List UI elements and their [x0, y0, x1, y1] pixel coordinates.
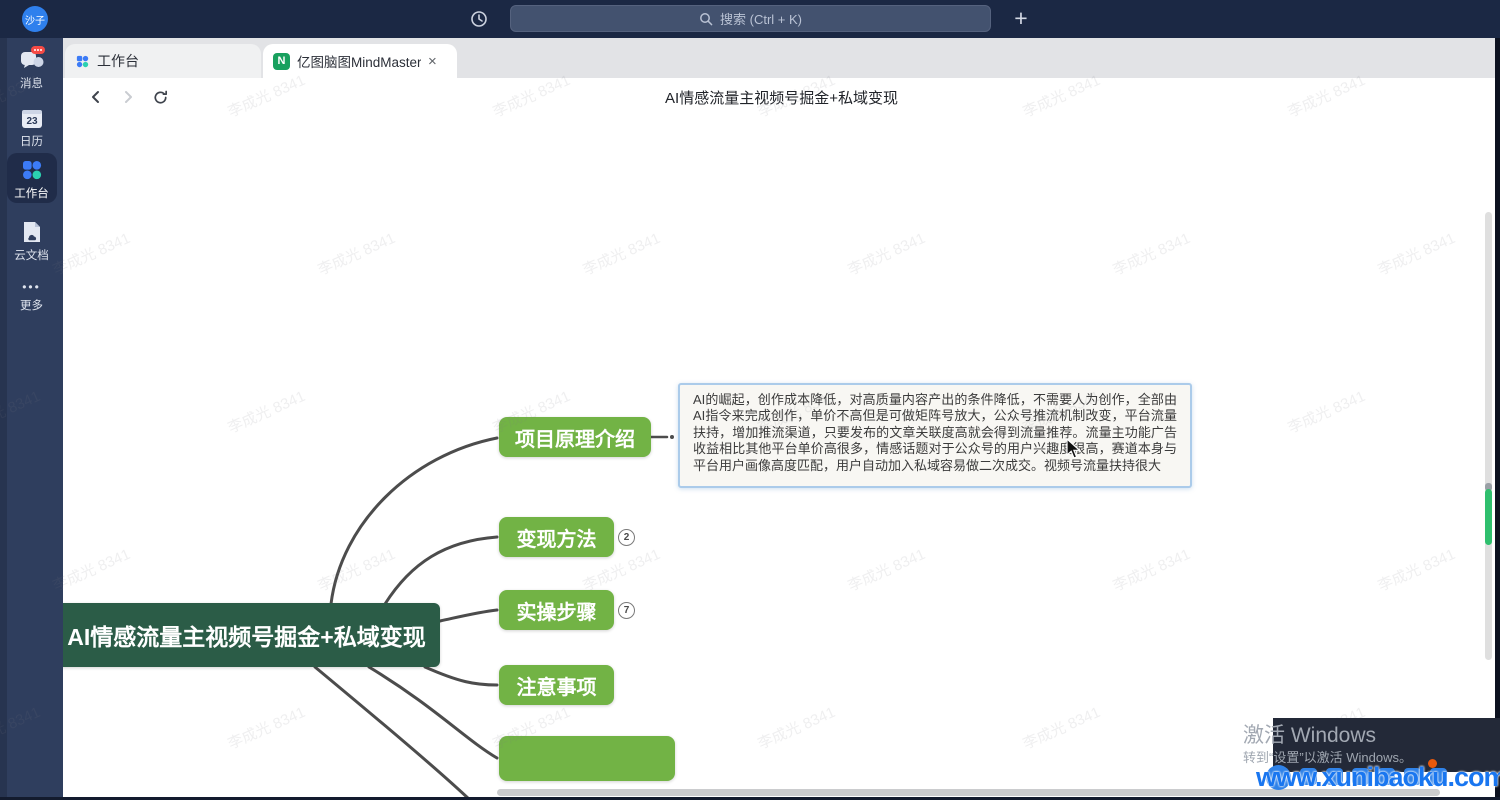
- site-watermark-text: www.xunibaoku.com: [1256, 762, 1500, 793]
- chat-icon: [18, 46, 46, 72]
- history-icon[interactable]: [468, 8, 490, 30]
- mouse-cursor: [1066, 438, 1084, 460]
- mindmap-root-node[interactable]: AI情感流量主视频号掘金+私域变现: [63, 603, 440, 667]
- mindmap-node-notes[interactable]: 注意事项: [499, 665, 614, 705]
- tab-workbench[interactable]: 工作台: [65, 44, 261, 78]
- mindmap-canvas[interactable]: AI情感流量主视频号掘金+私域变现 项目原理介绍 变现方法 2 实操步骤 7 注…: [63, 115, 1500, 800]
- calendar-icon: 23: [20, 108, 44, 130]
- sidebar-item-label: 更多: [20, 297, 43, 313]
- app-window: 沙子 搜索 (Ctrl + K) + 消息 23 日历: [0, 0, 1500, 800]
- search-icon: [699, 12, 713, 26]
- sidebar-item-label: 工作台: [14, 185, 49, 201]
- vertical-scrollbar-track[interactable]: [1485, 212, 1492, 660]
- top-bar: 沙子 搜索 (Ctrl + K) +: [0, 0, 1500, 38]
- sidebar-item-label: 云文档: [14, 247, 49, 263]
- collapsed-count-badge[interactable]: 2: [618, 529, 635, 546]
- mindmap-node-monetize[interactable]: 变现方法: [499, 517, 614, 557]
- tab-bar: 工作台 N 亿图脑图MindMaster ×: [63, 38, 1500, 78]
- collapsed-count-badge[interactable]: 7: [618, 602, 635, 619]
- sidebar-item-more[interactable]: ••• 更多: [0, 280, 63, 313]
- workbench-icon: [20, 158, 44, 182]
- tab-mindmaster[interactable]: N 亿图脑图MindMaster ×: [263, 44, 457, 78]
- window-right-edge: [1495, 38, 1500, 800]
- more-icon: •••: [22, 280, 41, 294]
- mindmap-note-box[interactable]: AI的崛起，创作成本降低，对高质量内容产出的条件降低，不需要人为创作，全部由AI…: [678, 383, 1192, 488]
- sidebar-item-clouddocs[interactable]: 云文档: [0, 220, 63, 263]
- sidebar-item-workbench[interactable]: 工作台: [0, 158, 63, 201]
- mindmaster-logo-icon: N: [273, 53, 290, 70]
- mindmap-node-steps[interactable]: 实操步骤: [499, 590, 614, 630]
- nav-bar: AI情感流量主视频号掘金+私域变现: [63, 78, 1500, 115]
- search-placeholder: 搜索 (Ctrl + K): [720, 9, 802, 28]
- user-avatar[interactable]: 沙子: [22, 6, 48, 32]
- search-input[interactable]: 搜索 (Ctrl + K): [510, 5, 991, 32]
- sidebar-item-messages[interactable]: 消息: [0, 46, 63, 91]
- cloud-doc-icon: [20, 220, 44, 244]
- activate-windows-text: 激活 Windows: [1243, 719, 1376, 749]
- new-tab-button[interactable]: +: [1008, 3, 1034, 33]
- svg-text:23: 23: [26, 116, 38, 127]
- close-tab-icon[interactable]: ×: [428, 54, 437, 69]
- mindmap-node-empty[interactable]: [499, 736, 675, 781]
- sidebar-item-label: 消息: [20, 75, 43, 91]
- mindmap-node-principle[interactable]: 项目原理介绍: [499, 417, 651, 457]
- vertical-scrollbar-thumb[interactable]: [1485, 489, 1492, 545]
- sidebar-item-calendar[interactable]: 23 日历: [0, 108, 63, 149]
- document-title: AI情感流量主视频号掘金+私域变现: [63, 87, 1500, 108]
- tab-label: 亿图脑图MindMaster: [297, 51, 421, 71]
- sidebar-edge: [0, 38, 7, 800]
- tab-label: 工作台: [97, 51, 139, 71]
- workbench-tab-icon: [75, 54, 90, 69]
- sidebar-item-label: 日历: [20, 133, 43, 149]
